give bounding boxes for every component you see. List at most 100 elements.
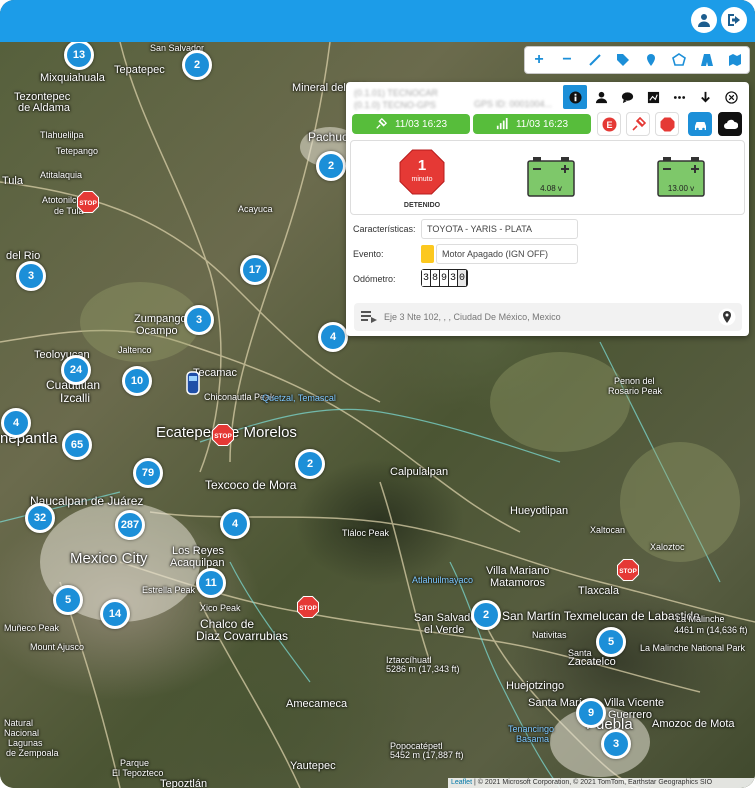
map-place-label: La Malinche [676,614,725,624]
gps-signal-button[interactable] [626,112,650,136]
marker-cluster[interactable]: 9 [576,698,606,728]
logout-icon [728,14,740,26]
svg-text:STOP: STOP [299,605,317,612]
map-place-label: del Rio [6,250,41,262]
marker-cluster[interactable]: 2 [182,50,212,80]
battery-external-voltage: 13.00 v [667,184,695,193]
ruler-icon[interactable] [586,51,604,69]
map-place-label: Atitalaquia [40,170,83,180]
signal-time-badge[interactable]: 11/03 16:23 [473,114,591,134]
map-place-label: Mexico City [70,550,148,567]
attribution-text: | © 2021 Microsoft Corporation, © 2021 T… [472,779,713,786]
chat-icon [621,91,633,103]
marker-cluster[interactable]: 4 [220,509,250,539]
location-pin-icon[interactable] [718,308,736,326]
stop-marker-icon[interactable]: STOP [617,559,639,581]
map-place-label: Acaquilpan [170,557,225,569]
map-icon[interactable] [726,51,744,69]
odometer-digit: 8 [431,270,439,286]
map-place-label: Atlahuilmayaco [412,575,474,585]
info-icon [568,90,582,104]
stop-unit: minuto [411,176,433,183]
map-place-label: Lagunas [8,738,43,748]
marker-cluster[interactable]: 13 [64,40,94,70]
marker-cluster[interactable]: 287 [115,510,145,540]
event-color-badge [421,245,434,263]
zoom-in-icon[interactable]: + [530,51,548,69]
cloud-icon [723,119,738,129]
close-panel-button[interactable] [719,85,743,109]
car-icon [694,121,706,130]
marker-cluster[interactable]: 4 [318,322,348,352]
marker-cluster[interactable]: 5 [596,627,626,657]
marker-cluster[interactable]: 2 [471,600,501,630]
tab-info[interactable] [563,85,587,109]
user-icon [595,91,607,103]
address-list-icon[interactable] [360,308,378,326]
satellite-icon [631,116,646,131]
map-place-label: Tlaxcala [578,585,619,597]
stop-marker-icon[interactable]: STOP [212,424,234,446]
marker-cluster[interactable]: 32 [25,503,55,533]
marker-cluster[interactable]: 11 [196,568,226,598]
marker-cluster[interactable]: 10 [122,366,152,396]
tab-more[interactable] [667,85,691,109]
marker-cluster[interactable]: 5 [53,585,83,615]
logout-button[interactable] [721,7,747,33]
tab-route[interactable] [641,85,665,109]
map-place-label: 5286 m (17,343 ft) [386,664,460,674]
map-place-label: Basama [516,734,550,744]
map-place-label: Atotonilco [42,195,82,205]
stop-duration: 1 [417,157,427,174]
user-button[interactable] [691,7,717,33]
more-icon [673,95,685,99]
marker-cluster[interactable]: 2 [295,449,325,479]
signal-time: 11/03 16:23 [515,118,569,130]
marker-cluster[interactable]: 2 [316,151,346,181]
engine-e-icon: E [602,117,616,131]
map-place-label: Parque [120,758,150,768]
stop-marker-icon[interactable]: STOP [297,596,319,618]
map-place-label: Tula [2,175,23,187]
tab-messages[interactable] [615,85,639,109]
svg-text:STOP: STOP [619,568,637,575]
map-place-label: Natural [4,718,34,728]
map-place-label: Nativitas [532,630,567,640]
marker-cluster[interactable]: 4 [1,408,31,438]
user-icon [698,14,710,27]
engine-status-button[interactable]: E [597,112,621,136]
marker-cluster[interactable]: 24 [61,355,91,385]
event-label: Evento: [353,249,384,259]
map-place-label: Huejotzingo [506,680,565,692]
polygon-icon[interactable] [670,51,688,69]
stop-marker-icon[interactable]: STOP [77,191,99,213]
odometer-label: Odómetro: [353,274,396,284]
vehicle-name: (0.1.01) TECNOCAR [354,88,438,98]
marker-cluster[interactable]: 65 [62,430,92,460]
tab-download[interactable] [693,85,717,109]
gps-time-badge[interactable]: 11/03 16:23 [352,114,470,134]
marker-cluster[interactable]: 3 [184,305,214,335]
stop-status-button[interactable] [655,112,679,136]
zoom-out-icon[interactable]: − [558,51,576,69]
marker-cluster[interactable]: 14 [100,599,130,629]
gps-time: 11/03 16:23 [394,118,448,130]
pin-icon[interactable] [642,51,660,69]
marker-cluster[interactable]: 79 [133,458,163,488]
tab-driver[interactable] [589,85,613,109]
vehicle-marker-icon[interactable] [184,370,202,396]
tag-icon[interactable] [614,51,632,69]
vehicle-view-button[interactable] [688,112,712,136]
road-icon[interactable] [698,51,716,69]
map-place-label: Muñeco Peak [4,623,60,633]
marker-cluster[interactable]: 3 [16,261,46,291]
features-label: Características: [353,224,416,234]
svg-text:STOP: STOP [79,200,97,207]
cloud-button[interactable] [718,112,742,136]
map-attribution: Leaflet | © 2021 Microsoft Corporation, … [448,778,755,788]
marker-cluster[interactable]: 3 [601,729,631,759]
map-place-label: Villa Mariano [486,565,550,577]
marker-cluster[interactable]: 17 [240,255,270,285]
map-place-label: Xaltocan [590,525,626,535]
leaflet-link[interactable]: Leaflet [451,779,472,786]
